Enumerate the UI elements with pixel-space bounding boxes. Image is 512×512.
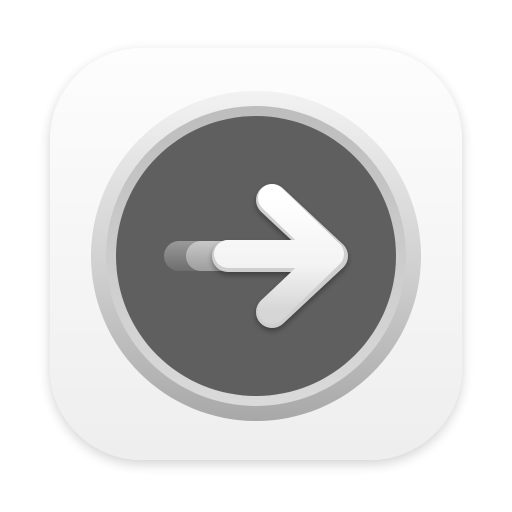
icon-stage bbox=[0, 0, 512, 512]
app-icon[interactable] bbox=[0, 0, 512, 512]
